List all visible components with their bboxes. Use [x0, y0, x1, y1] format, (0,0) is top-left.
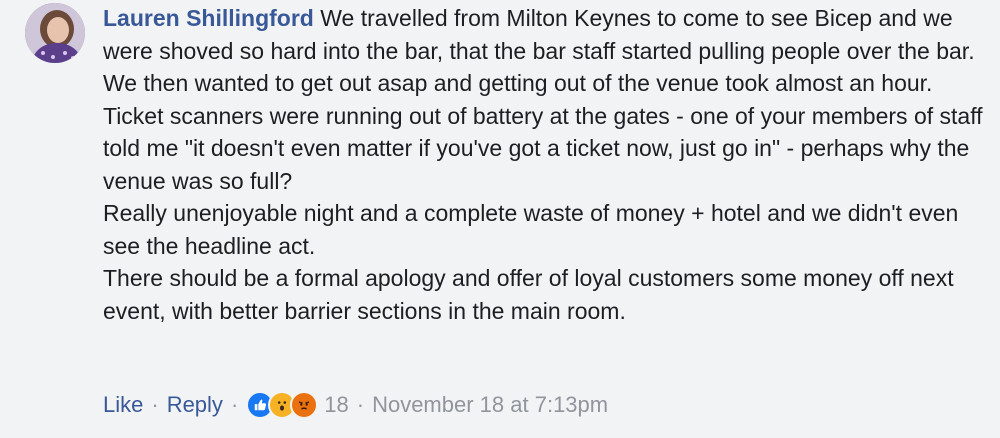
reactions-summary[interactable]: [246, 391, 319, 419]
comment-paragraph: There should be a formal apology and off…: [103, 265, 954, 324]
comment-actions: Like · Reply · 18 · November 18 at 7:13p…: [103, 389, 608, 421]
comment-paragraph: We then wanted to get out asap and getti…: [103, 70, 933, 96]
reply-button[interactable]: Reply: [167, 392, 223, 418]
separator-dot: ·: [356, 392, 365, 417]
comment-paragraph: Really unenjoyable night and a complete …: [103, 200, 959, 259]
author-name-link[interactable]: Lauren Shillingford: [103, 5, 314, 31]
profile-photo-icon: [25, 3, 85, 63]
comment-paragraph: Lauren Shillingford We travelled from Mi…: [103, 2, 983, 67]
comment-body: Lauren Shillingford We travelled from Mi…: [103, 2, 983, 327]
like-button[interactable]: Like: [103, 392, 143, 418]
comment: Lauren Shillingford We travelled from Mi…: [0, 0, 1000, 438]
avatar[interactable]: [25, 3, 85, 63]
reaction-count[interactable]: 18: [324, 392, 348, 418]
timestamp-link[interactable]: November 18 at 7:13pm: [372, 392, 608, 418]
separator-dot: ·: [151, 392, 159, 417]
angry-reaction-icon: [290, 391, 319, 419]
comment-paragraph: Ticket scanners were running out of batt…: [103, 102, 983, 194]
separator-dot: ·: [230, 392, 239, 417]
